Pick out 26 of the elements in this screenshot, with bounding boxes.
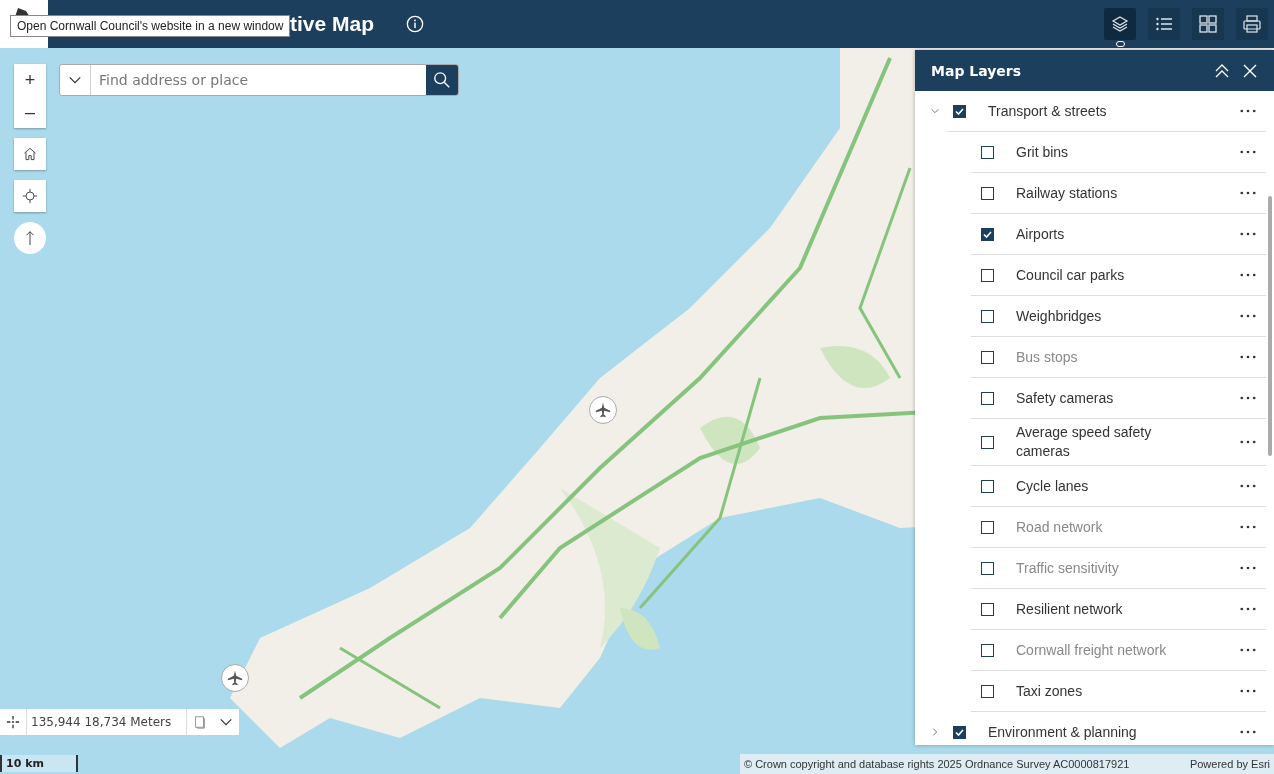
- layer-label: Council car parks: [1016, 265, 1126, 285]
- app-title: tive Map: [290, 12, 375, 36]
- layer-label: Weighbridges: [1016, 306, 1103, 326]
- layer-label: Cycle lanes: [1016, 476, 1090, 496]
- layer-label: Grit bins: [1016, 142, 1070, 162]
- layer-label: Environment & planning: [988, 722, 1138, 742]
- layer-label: Airports: [1016, 224, 1066, 244]
- zoom-out-button[interactable]: –: [14, 96, 46, 128]
- layer-label: Cornwall freight network: [1016, 640, 1168, 660]
- scale-bar: 10 km: [0, 755, 78, 772]
- layer-label: Resilient network: [1016, 599, 1124, 619]
- powered-by-link[interactable]: Powered by Esri: [1189, 758, 1270, 770]
- zoom-in-button[interactable]: +: [14, 64, 46, 96]
- search-box[interactable]: Find address or place: [59, 64, 459, 96]
- layer-label: Safety cameras: [1016, 388, 1115, 408]
- layer-label: Taxi zones: [1016, 681, 1084, 701]
- layer-label: Traffic sensitivity: [1016, 558, 1120, 578]
- layer-label: Transport & streets: [988, 101, 1108, 121]
- layer-label: Road network: [1016, 517, 1104, 537]
- layer-label: Bus stops: [1016, 347, 1079, 367]
- panel-title: Map Layers: [931, 62, 1023, 79]
- tooltip: Open Cornwall Council's website in a new window: [10, 15, 291, 37]
- attribution-text: © Crown copyright and database rights 2025 Ordnance Survey AC0000817921: [744, 758, 1130, 770]
- coordinate-readout: 135,944 18,734 Meters: [26, 709, 187, 735]
- layer-label: Railway stations: [1016, 183, 1119, 203]
- layer-label: Average speed safety cameras: [1016, 423, 1153, 461]
